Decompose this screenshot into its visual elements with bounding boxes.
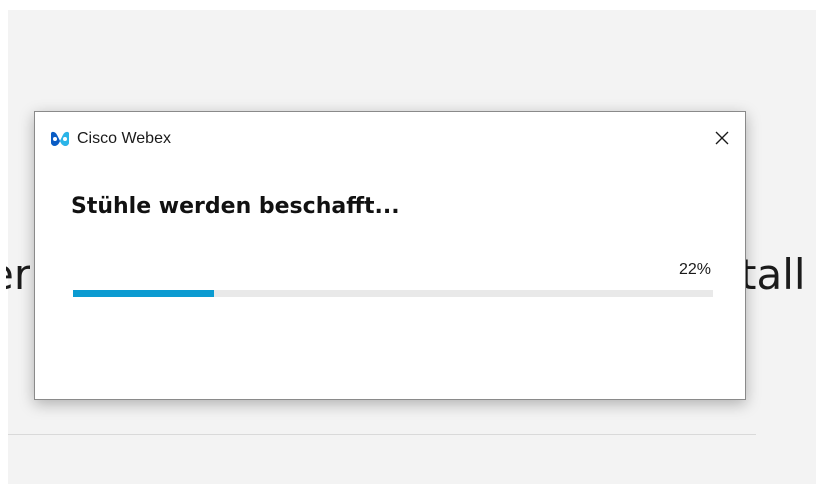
progress-dialog: Cisco Webex Stühle werden beschafft... 2…: [34, 111, 746, 400]
background-text-left: er: [6, 250, 30, 299]
close-icon: [714, 130, 730, 151]
title-bar[interactable]: Cisco Webex: [35, 112, 745, 164]
progress-bar-fill: [73, 290, 214, 297]
app-title: Cisco Webex: [77, 130, 171, 147]
background-text-right: tall: [740, 250, 806, 299]
progress-percent: 22%: [678, 261, 711, 278]
webex-logo-icon: [49, 130, 71, 148]
progress-bar: [73, 290, 713, 297]
status-heading: Stühle werden beschafft...: [71, 194, 400, 219]
background-divider: [8, 434, 756, 435]
close-button[interactable]: [699, 120, 745, 160]
